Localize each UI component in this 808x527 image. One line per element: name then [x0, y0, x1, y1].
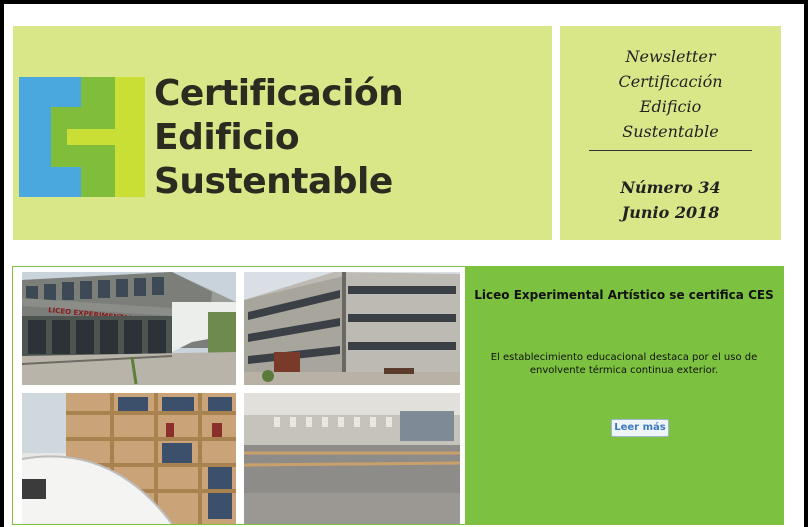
- library-image: [22, 393, 236, 524]
- ces-logo-icon: [19, 77, 145, 197]
- photo-library[interactable]: [22, 393, 236, 524]
- newsletter-line: Certificación: [618, 72, 723, 91]
- photo-building-facade[interactable]: LICEO EXPERIMENTAL: [22, 272, 236, 385]
- newsletter-line: Edificio: [639, 97, 702, 116]
- issue-info: Número 34 Junio 2018: [560, 175, 781, 225]
- brand-line-3: Sustentable: [154, 161, 393, 202]
- brand-line-2: Edificio: [154, 117, 300, 158]
- article-summary: El establecimiento educacional destaca p…: [490, 352, 758, 376]
- newsletter-line: Newsletter: [625, 47, 716, 66]
- building-facade-image: LICEO EXPERIMENTAL: [22, 272, 236, 385]
- read-more-button[interactable]: Leer más: [611, 419, 669, 437]
- article-block: LICEO EXPERIMENTAL Liceo Experimental Ar…: [12, 266, 784, 525]
- newsletter-info: Newsletter Certificación Edificio Susten…: [560, 26, 781, 240]
- article-headline: Liceo Experimental Artístico se certific…: [474, 288, 774, 302]
- photo-building-side[interactable]: [244, 272, 460, 385]
- divider: [589, 150, 752, 151]
- header-logo-area: Certificación Edificio Sustentable: [13, 26, 552, 240]
- brand-title: Certificación Edificio Sustentable: [154, 72, 404, 204]
- building-side-image: [244, 272, 460, 385]
- photo-dance-studio[interactable]: [244, 393, 460, 524]
- issue-date: Junio 2018: [621, 203, 720, 222]
- dance-studio-image: [244, 393, 460, 524]
- newsletter-title: Newsletter Certificación Edificio Susten…: [560, 44, 781, 144]
- article-summary-panel: Liceo Experimental Artístico se certific…: [465, 267, 783, 524]
- brand-line-1: Certificación: [154, 73, 404, 114]
- issue-number: Número 34: [620, 178, 721, 197]
- newsletter-line: Sustentable: [622, 122, 719, 141]
